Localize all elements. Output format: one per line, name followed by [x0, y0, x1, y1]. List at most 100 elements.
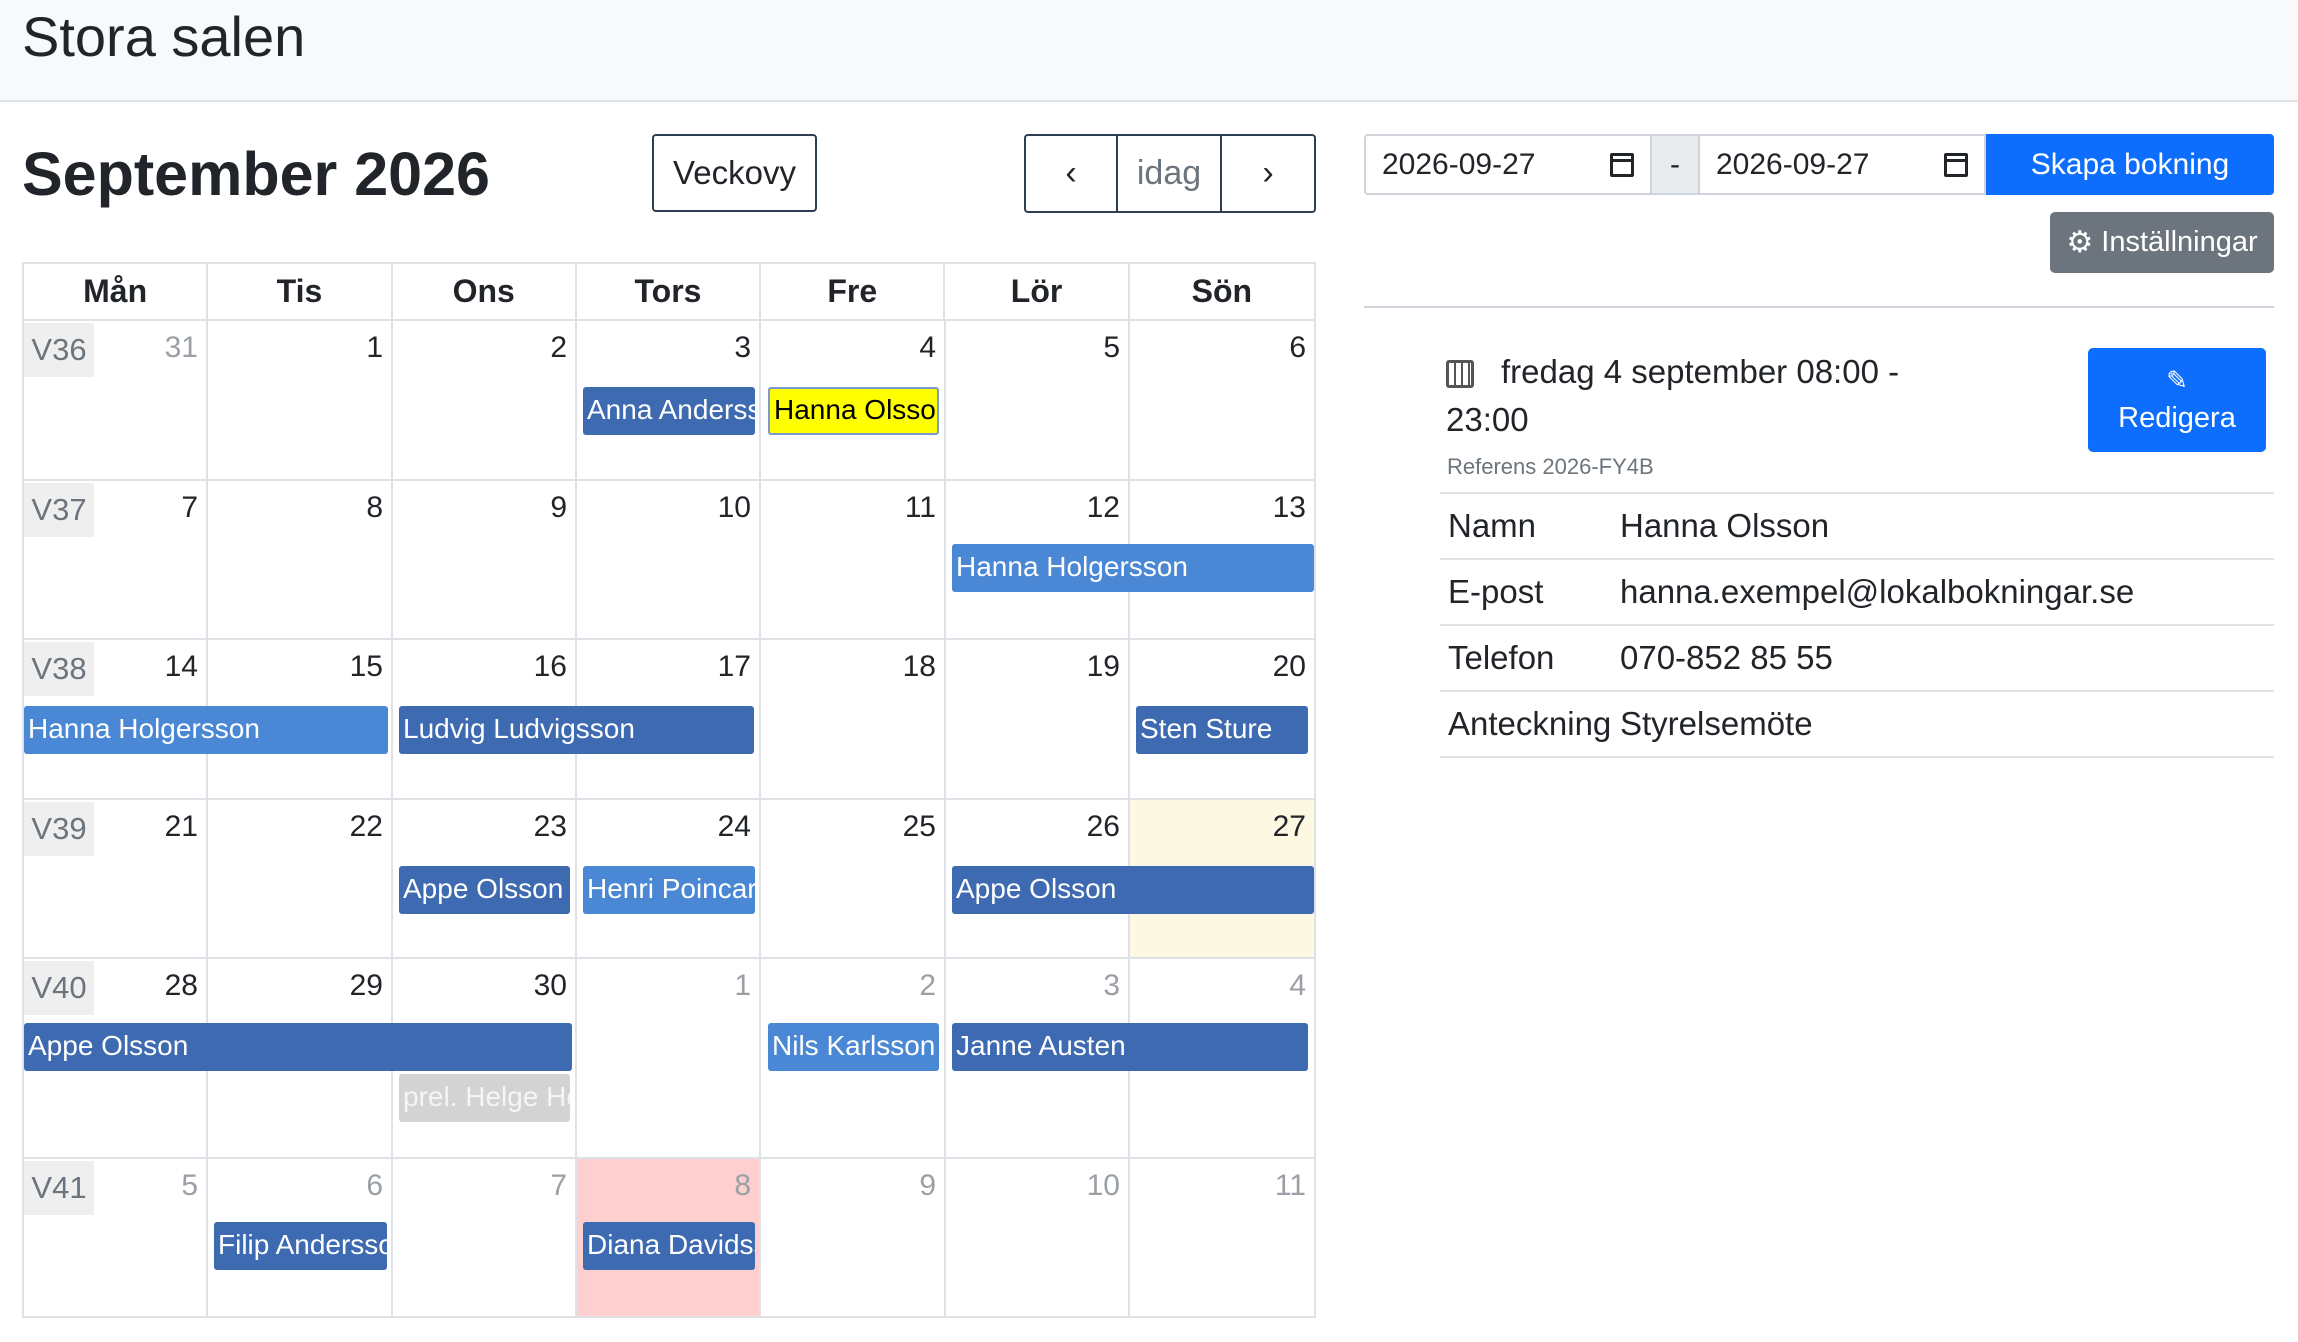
week-number: V36 [24, 323, 94, 377]
today-button[interactable]: idag [1118, 136, 1222, 211]
week-row: V36 31 1 2 3 4 5 6 Anna Andersson Hanna O… [24, 321, 1314, 481]
chevron-right-icon: › [1262, 154, 1274, 192]
booking-event[interactable]: Filip Andersson [214, 1222, 387, 1270]
calendar-icon[interactable] [1944, 152, 1968, 177]
day-cell[interactable]: 11 [761, 481, 946, 638]
day-cell[interactable]: V36 31 [24, 321, 208, 479]
weekday-fri: Fre [761, 264, 946, 319]
day-number: 10 [1086, 1169, 1120, 1202]
booking-event[interactable]: Ludvig Ludvigsson [399, 706, 754, 754]
info-key: Anteckning [1448, 705, 1612, 742]
booking-event-selected[interactable]: Hanna Olsson [768, 387, 939, 435]
day-cell[interactable]: 11 [1130, 1159, 1314, 1316]
day-number: 24 [717, 810, 751, 843]
day-number: 30 [533, 969, 567, 1002]
day-number: 10 [717, 491, 751, 524]
day-cell[interactable]: V37 7 [24, 481, 208, 638]
booking-reference: Referens 2026-FY4B [1447, 454, 1654, 479]
day-cell[interactable]: 2 [393, 321, 577, 479]
settings-label: Inställningar [2101, 226, 2258, 258]
day-number: 22 [349, 810, 383, 843]
day-cell[interactable]: 9 [761, 1159, 946, 1316]
weekday-mon: Mån [24, 264, 209, 319]
week-row: V38 14 15 16 17 18 19 20 Hanna Holgersson… [24, 640, 1314, 800]
day-number: 5 [181, 1169, 198, 1202]
booking-event[interactable]: Diana Davidsson [583, 1222, 755, 1270]
day-cell[interactable]: 9 [393, 481, 577, 638]
day-number: 4 [919, 331, 936, 364]
booking-event[interactable]: Appe Olsson [952, 866, 1314, 914]
day-cell[interactable]: 1 [577, 959, 761, 1157]
booking-event[interactable]: Hanna Holgersson [24, 706, 388, 754]
day-cell[interactable]: 19 [946, 640, 1130, 798]
info-row-email: E-post hanna.exempel@lokalbokningar.se [1440, 560, 2274, 626]
weekday-tue: Tis [208, 264, 393, 319]
booking-event-preliminary[interactable]: prel. Helge Hörnell [399, 1074, 570, 1122]
week-view-button[interactable]: Veckovy [652, 134, 817, 212]
day-cell[interactable]: 10 [577, 481, 761, 638]
day-number: 3 [734, 331, 751, 364]
create-booking-button[interactable]: Skapa bokning [1986, 134, 2274, 195]
info-key: Telefon [1448, 639, 1555, 676]
info-row-name: Namn Hanna Olsson [1440, 494, 2274, 560]
day-cell[interactable]: 22 [208, 800, 393, 957]
week-number: V37 [24, 483, 94, 537]
week-number: V38 [24, 642, 94, 696]
page-title: Stora salen [22, 5, 306, 68]
day-cell[interactable]: 8 [208, 481, 393, 638]
calendar-icon[interactable] [1610, 152, 1634, 177]
pencil-icon: ✎ [2166, 365, 2188, 395]
week-row: V37 7 8 9 10 11 12 13 Hanna Holgersson [24, 481, 1314, 640]
day-cell[interactable]: 18 [761, 640, 946, 798]
day-number: 29 [349, 969, 383, 1002]
day-cell[interactable]: 10 [946, 1159, 1130, 1316]
weekday-header: Mån Tis Ons Tors Fre Lör Sön [24, 264, 1314, 321]
edit-button[interactable]: ✎ Redigera [2088, 348, 2266, 452]
day-cell[interactable]: V41 5 [24, 1159, 208, 1316]
date-from-value: 2026-09-27 [1382, 147, 1536, 181]
day-number: 2 [919, 969, 936, 1002]
edit-label: Redigera [2118, 402, 2236, 434]
info-row-phone: Telefon 070-852 85 55 [1440, 626, 2274, 692]
chevron-left-icon: ‹ [1065, 154, 1077, 192]
info-value: Styrelsemöte [1620, 705, 1813, 742]
info-value: hanna.exempel@lokalbokningar.se [1620, 573, 2135, 610]
booking-event[interactable]: Janne Austen [952, 1023, 1308, 1071]
info-key: E-post [1448, 573, 1544, 610]
day-cell[interactable]: 6 [1130, 321, 1314, 479]
booking-event[interactable]: Appe Olsson [24, 1023, 572, 1071]
booking-event[interactable]: Appe Olsson [399, 866, 570, 914]
day-number: 18 [902, 650, 936, 683]
day-cell[interactable]: 7 [393, 1159, 577, 1316]
next-month-button[interactable]: › [1222, 136, 1314, 211]
booking-event[interactable]: Henri Poincaré [583, 866, 755, 914]
prev-month-button[interactable]: ‹ [1026, 136, 1118, 211]
day-number: 7 [550, 1169, 567, 1202]
day-number: 19 [1086, 650, 1120, 683]
weekday-sun: Sön [1191, 273, 1253, 309]
day-number: 1 [366, 331, 383, 364]
booking-info-table: Namn Hanna Olsson E-post hanna.exempel@l… [1440, 492, 2274, 758]
day-number: 7 [181, 491, 198, 524]
day-number: 2 [550, 331, 567, 364]
settings-button[interactable]: ⚙ Inställningar [2050, 212, 2274, 273]
week-number: V39 [24, 802, 94, 856]
week-row: V39 21 22 23 24 25 26 27 Appe Olsson Henr… [24, 800, 1314, 959]
booking-event[interactable]: Anna Andersson [583, 387, 755, 435]
day-cell[interactable]: 5 [946, 321, 1130, 479]
booking-date-time: fredag 4 september 08:00 - 23:00 [1446, 353, 1900, 438]
day-cell[interactable]: V39 21 [24, 800, 208, 957]
booking-event[interactable]: Hanna Holgersson [952, 544, 1314, 592]
day-number: 9 [919, 1169, 936, 1202]
day-number: 8 [734, 1169, 751, 1202]
date-to-input[interactable]: 2026-09-27 [1698, 134, 1986, 195]
day-number: 6 [1289, 331, 1306, 364]
day-cell[interactable]: 25 [761, 800, 946, 957]
booking-event[interactable]: Nils Karlsson [768, 1023, 939, 1071]
divider [1364, 306, 2274, 308]
date-from-input[interactable]: 2026-09-27 [1364, 134, 1652, 195]
day-number: 12 [1086, 491, 1120, 524]
day-cell[interactable]: 1 [208, 321, 393, 479]
day-number: 23 [533, 810, 567, 843]
booking-event[interactable]: Sten Sture [1136, 706, 1308, 754]
